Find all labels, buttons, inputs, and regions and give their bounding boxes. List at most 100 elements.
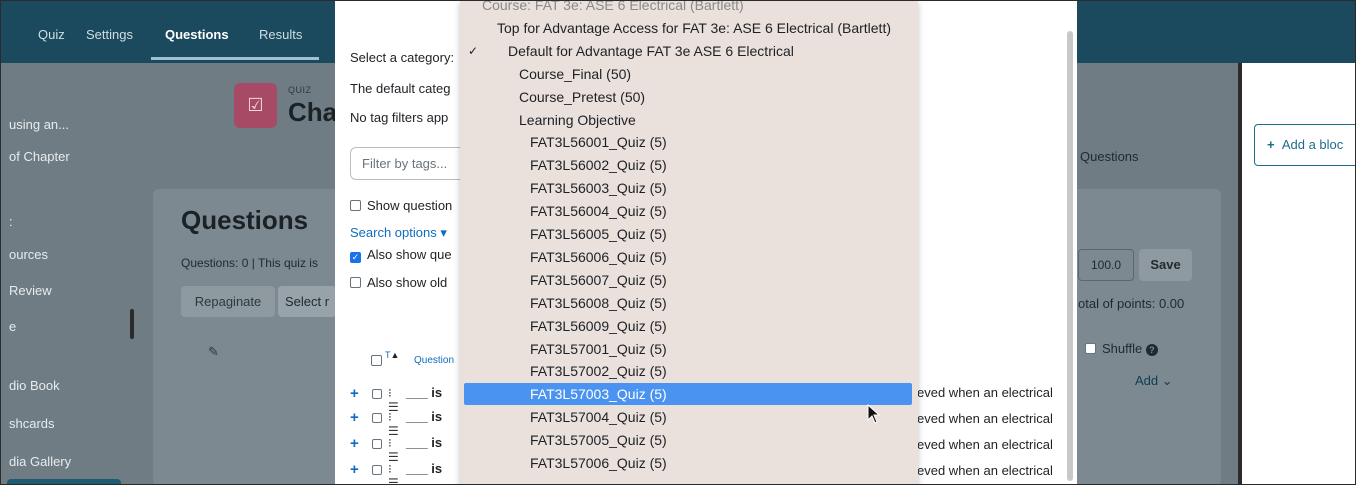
category-select-dropdown[interactable]: Course: FAT 3e: ASE 6 Electrical (Bartle… — [460, 1, 918, 484]
also-show-old-checkbox[interactable] — [350, 277, 361, 288]
drawer-item[interactable]: dia Gallery — [9, 454, 71, 469]
dropdown-option-label: FAT3L56001_Quiz (5) — [530, 134, 667, 151]
drawer-item[interactable]: : — [9, 214, 13, 229]
drawer-item[interactable]: Review — [9, 283, 52, 298]
save-button[interactable]: Save — [1139, 249, 1192, 281]
dropdown-option[interactable]: ✓ Default for Advantage FAT 3e ASE 6 Elec… — [460, 40, 918, 62]
add-to-quiz-icon[interactable]: + — [350, 409, 359, 426]
also-show-subcategories-checkbox[interactable]: ✓ — [350, 252, 361, 263]
drawer-item[interactable]: using an... — [9, 117, 69, 132]
add-to-quiz-icon[interactable]: + — [350, 435, 359, 452]
dropdown-option-label: Course_Final (50) — [519, 65, 632, 82]
drawer-item[interactable]: of Chapter — [9, 149, 70, 164]
pencil-icon[interactable]: ✎ — [208, 344, 219, 360]
tab-results[interactable]: Results — [259, 27, 302, 42]
dropdown-option-label: FAT3L57003_Quiz (5) — [530, 386, 667, 403]
add-to-quiz-icon[interactable]: + — [350, 461, 359, 478]
dropdown-option[interactable]: FAT3L57004_Quiz (5) — [460, 406, 918, 428]
show-question-text-checkbox[interactable] — [350, 200, 361, 211]
dropdown-option-label: FAT3L56002_Quiz (5) — [530, 157, 667, 174]
dropdown-option[interactable]: FAT3L56004_Quiz (5) — [460, 200, 918, 222]
row-checkbox[interactable] — [372, 389, 382, 399]
plus-icon: + — [1267, 137, 1275, 152]
help-icon[interactable]: ? — [1145, 344, 1158, 356]
dropdown-option[interactable]: FAT3L57006_Quiz (5) — [460, 452, 918, 474]
dropdown-option-label: FAT3L56003_Quiz (5) — [530, 180, 667, 197]
dropdown-option-label: FAT3L56008_Quiz (5) — [530, 294, 667, 311]
select-multiple-button[interactable]: Select r — [278, 286, 336, 317]
activity-kicker: QUIZ — [288, 85, 312, 95]
question-text-tail: eved when an electrical — [917, 385, 1053, 400]
dropdown-option-label: FAT3L57002_Quiz (5) — [530, 363, 667, 380]
multichoice-icon: ⁝☰ — [388, 462, 399, 485]
dropdown-option-label: FAT3L57005_Quiz (5) — [530, 432, 667, 449]
multichoice-icon: ⁝☰ — [388, 436, 399, 464]
drawer-item[interactable]: dio Book — [9, 378, 60, 393]
also-show-subcategories-label: Also show que — [367, 247, 452, 262]
add-block-button[interactable]: + Add a bloc — [1254, 124, 1355, 166]
tab-questions[interactable]: Questions — [165, 27, 229, 42]
question-text: ___ is — [406, 435, 443, 450]
show-question-text-option[interactable]: Show question — [350, 198, 452, 213]
search-options-toggle[interactable]: Search options ▾ — [350, 225, 447, 241]
quiz-icon: ☑ — [234, 83, 277, 128]
dropdown-option-label: FAT3L57004_Quiz (5) — [530, 409, 667, 426]
also-show-subcategories-option[interactable]: ✓ Also show que — [350, 247, 452, 263]
repaginate-button[interactable]: Repaginate — [181, 286, 275, 317]
dropdown-option[interactable]: Course_Pretest (50) — [460, 86, 918, 108]
row-checkbox[interactable] — [372, 413, 382, 423]
drawer-item[interactable]: e — [9, 319, 16, 334]
dropdown-option-label: FAT3L57006_Quiz (5) — [530, 455, 667, 471]
select-category-label: Select a category: — [350, 50, 455, 65]
total-points: otal of points: 0.00 — [1078, 296, 1185, 311]
question-column-header[interactable]: Question — [414, 355, 454, 366]
dropdown-option[interactable]: FAT3L57001_Quiz (5) — [460, 338, 918, 360]
search-options-label: Search options — [350, 225, 437, 240]
dropdown-option[interactable]: Top for Advantage Access for FAT 3e: ASE… — [460, 17, 918, 39]
tab-settings[interactable]: Settings — [86, 27, 133, 42]
questions-tab-label: Questions — [1080, 149, 1139, 164]
add-to-quiz-icon[interactable]: + — [350, 385, 359, 402]
dropdown-option-label: Course_Pretest (50) — [519, 88, 646, 105]
caret-down-icon: ▾ — [440, 225, 447, 240]
question-text: ___ is — [406, 385, 443, 400]
dropdown-option-label: Top for Advantage Access for FAT 3e: ASE… — [497, 19, 892, 36]
drawer-scrollbar[interactable] — [130, 309, 134, 339]
question-text-tail: eved when an electrical — [917, 411, 1053, 426]
dropdown-option[interactable]: FAT3L57003_Quiz (5) — [464, 383, 912, 406]
shuffle-checkbox[interactable]: Shuffle ? — [1085, 341, 1158, 356]
shuffle-check-box[interactable] — [1085, 343, 1096, 354]
drawer-active-item[interactable] — [7, 479, 121, 484]
dropdown-option[interactable]: FAT3L56009_Quiz (5) — [460, 315, 918, 337]
select-all-checkbox[interactable] — [371, 355, 382, 366]
row-checkbox[interactable] — [372, 439, 382, 449]
sort-type-header[interactable]: T▲ — [385, 350, 399, 360]
drawer-item[interactable]: shcards — [9, 416, 55, 431]
active-tab-indicator — [151, 57, 319, 60]
shuffle-label: Shuffle — [1102, 341, 1143, 356]
screen: Quiz Settings Questions Results using an… — [0, 0, 1356, 485]
modal-scrollbar[interactable] — [1067, 31, 1073, 481]
drawer-item[interactable]: ources — [9, 247, 48, 262]
dropdown-option[interactable]: FAT3L56005_Quiz (5) — [460, 223, 918, 245]
dropdown-option[interactable]: FAT3L56003_Quiz (5) — [460, 177, 918, 199]
also-show-old-option[interactable]: Also show old — [350, 275, 447, 290]
dropdown-option[interactable]: Course_Final (50) — [460, 63, 918, 85]
add-menu-label: Add — [1135, 373, 1159, 388]
max-grade-input[interactable]: 100.0 — [1078, 249, 1134, 281]
dropdown-option[interactable]: FAT3L56002_Quiz (5) — [460, 154, 918, 176]
row-checkbox[interactable] — [372, 465, 382, 475]
dropdown-option[interactable]: FAT3L56001_Quiz (5) — [460, 131, 918, 153]
dropdown-option-label: Course: FAT 3e: ASE 6 Electrical (Bartle… — [482, 1, 744, 13]
dropdown-option-label: Learning Objective — [519, 111, 636, 128]
add-menu[interactable]: Add ⌄ — [1135, 373, 1173, 389]
dropdown-option[interactable]: Learning Objective — [460, 109, 918, 131]
dropdown-option[interactable]: FAT3L57005_Quiz (5) — [460, 429, 918, 451]
dropdown-option[interactable]: FAT3L56007_Quiz (5) — [460, 269, 918, 291]
page-title: Cha — [288, 97, 338, 127]
tab-quiz[interactable]: Quiz — [38, 27, 65, 42]
dropdown-option[interactable]: FAT3L57002_Quiz (5) — [460, 360, 918, 382]
dropdown-option[interactable]: FAT3L56006_Quiz (5) — [460, 246, 918, 268]
dropdown-option-label: FAT3L56007_Quiz (5) — [530, 271, 667, 288]
dropdown-option[interactable]: FAT3L56008_Quiz (5) — [460, 292, 918, 314]
